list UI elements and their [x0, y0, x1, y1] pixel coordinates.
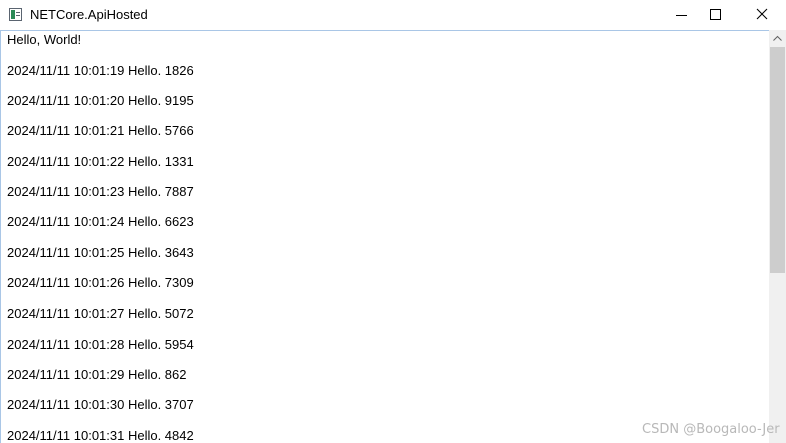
maximize-button[interactable] [696, 0, 736, 30]
console-line: 2024/11/11 10:01:21 Hello. 5766 [7, 123, 194, 138]
console-line: 2024/11/11 10:01:29 Hello. 862 [7, 367, 187, 382]
console-app-icon [9, 8, 22, 21]
watermark: CSDN @Boogaloo-Jer [642, 422, 780, 437]
console-line: 2024/11/11 10:01:27 Hello. 5072 [7, 306, 194, 321]
console-line: 2024/11/11 10:01:25 Hello. 3643 [7, 245, 194, 260]
close-button[interactable] [742, 0, 782, 30]
chevron-up-icon [773, 35, 782, 41]
console-line: 2024/11/11 10:01:31 Hello. 4842 [7, 428, 194, 443]
console-line: Hello, World! [7, 32, 82, 47]
console-line: 2024/11/11 10:01:28 Hello. 5954 [7, 337, 194, 352]
console-line: 2024/11/11 10:01:22 Hello. 1331 [7, 154, 194, 169]
console-line: 2024/11/11 10:01:20 Hello. 9195 [7, 93, 194, 108]
title-bar[interactable]: NETCore.ApiHosted [0, 0, 786, 30]
maximize-icon [710, 9, 721, 20]
scroll-thumb[interactable] [770, 47, 785, 273]
scroll-up-button[interactable] [769, 30, 786, 47]
console-line: 2024/11/11 10:01:26 Hello. 7309 [7, 275, 194, 290]
console-output[interactable]: Hello, World! 2024/11/11 10:01:19 Hello.… [0, 30, 769, 443]
close-icon [756, 8, 768, 20]
console-line: 2024/11/11 10:01:19 Hello. 1826 [7, 63, 194, 78]
console-line: 2024/11/11 10:01:24 Hello. 6623 [7, 214, 194, 229]
app-window: NETCore.ApiHosted Hello, World! 2024/11/… [0, 0, 786, 443]
console-line: 2024/11/11 10:01:23 Hello. 7887 [7, 184, 194, 199]
vertical-scrollbar[interactable] [769, 30, 786, 443]
console-line: 2024/11/11 10:01:30 Hello. 3707 [7, 397, 194, 412]
window-title: NETCore.ApiHosted [30, 7, 148, 22]
